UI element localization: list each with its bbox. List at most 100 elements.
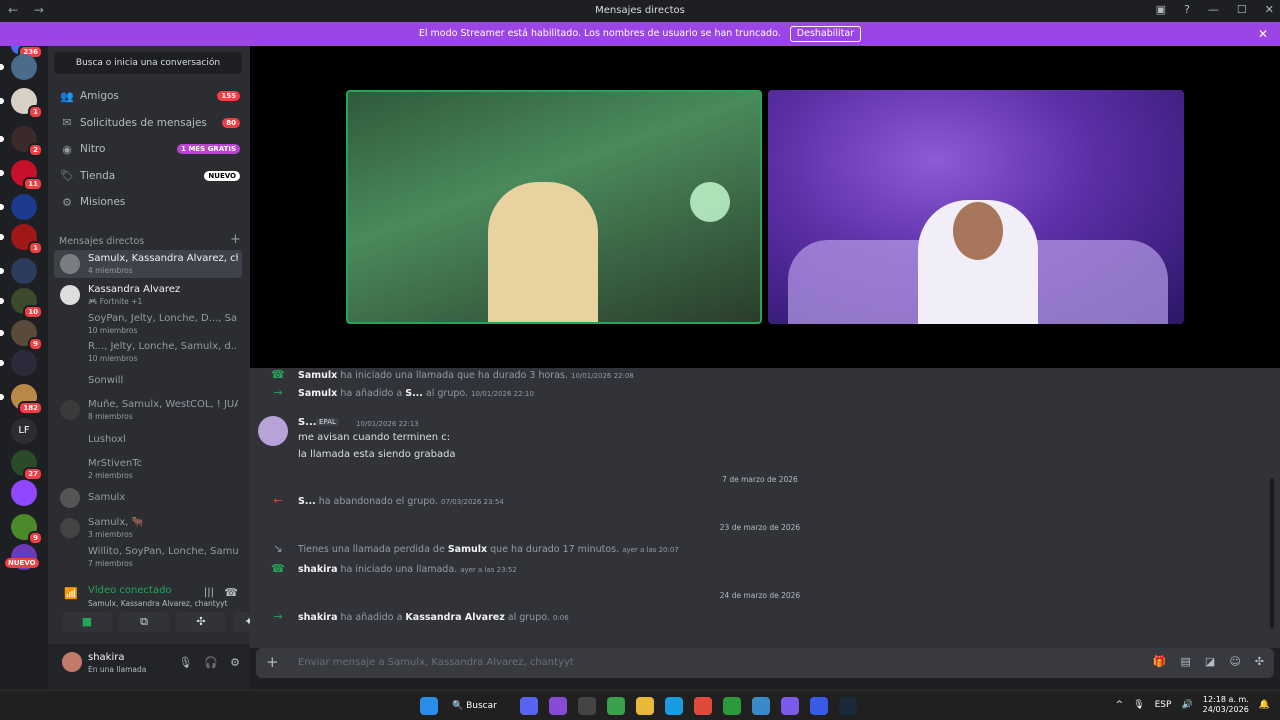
event-target[interactable]: S...	[405, 388, 423, 399]
chevron-up-icon[interactable]: ^	[1116, 700, 1124, 710]
dm-item[interactable]: Muñe, Samulx, WestCOL, ! JUA... 8 miembro…	[54, 396, 242, 424]
emoji-icon[interactable]: ☺	[1229, 655, 1240, 668]
activities-button[interactable]: ✣	[176, 612, 226, 632]
dm-item[interactable]: Kassandra Alvarez 🎮 Fortnite +1	[54, 281, 242, 309]
taskbar-search[interactable]: 🔍 Buscar	[452, 696, 504, 716]
scrollbar[interactable]	[1270, 478, 1274, 628]
edge-icon[interactable]	[665, 697, 683, 715]
dm-name: SoyPan, Jelty, Lonche, D..., Sam...	[88, 313, 238, 324]
server-icon[interactable]	[11, 194, 37, 220]
server-icon[interactable]: 9	[11, 320, 43, 351]
disable-button[interactable]: Deshabilitar	[789, 26, 862, 42]
nav-badge: 80	[222, 117, 240, 128]
microphone-icon[interactable]: 🎙	[178, 656, 192, 669]
volume-icon[interactable]: 🔊	[1181, 700, 1192, 710]
close-icon[interactable]: ✕	[1258, 22, 1268, 46]
event-target[interactable]: Kassandra Alvarez	[405, 612, 504, 623]
clock[interactable]: 12:18 a. m. 24/03/2026	[1203, 695, 1249, 715]
chrome-icon[interactable]	[607, 697, 625, 715]
server-icon[interactable]: 182	[11, 384, 43, 415]
server-icon[interactable]: 1	[11, 88, 43, 119]
app-icon[interactable]	[578, 697, 596, 715]
gift-icon[interactable]: 🎁	[1153, 655, 1167, 668]
nav-misiones[interactable]: ⚙ Misiones	[54, 190, 240, 214]
notification-icon[interactable]: 🔔	[1259, 700, 1270, 710]
voice-channel[interactable]: Samulx, Kassandra Alvarez, chantyyt	[88, 599, 228, 608]
app-icon[interactable]	[549, 697, 567, 715]
username[interactable]: shakira	[88, 652, 124, 663]
discord-app-icon[interactable]	[520, 697, 538, 715]
headphones-icon[interactable]: 🎧	[204, 656, 218, 669]
gif-icon[interactable]: ▤	[1181, 655, 1191, 668]
server-icon[interactable]: 9	[11, 514, 43, 545]
screen-share-button[interactable]: ⧉	[119, 612, 169, 632]
server-icon[interactable]: LF	[11, 418, 37, 444]
server-icon[interactable]	[11, 54, 37, 80]
timestamp: ayer a las 23:52	[460, 566, 517, 574]
server-icon[interactable]	[11, 350, 37, 376]
dm-item[interactable]: Sonwill	[54, 367, 242, 395]
inbox-icon[interactable]: ▣	[1156, 3, 1166, 16]
nav-nitro[interactable]: ◉ Nitro 1 MES GRATIS	[54, 137, 240, 161]
server-icon[interactable]: 2	[11, 126, 43, 157]
dm-item[interactable]: MrStivenTc 2 miembros	[54, 455, 242, 483]
guild-tag[interactable]: EPAL	[316, 418, 339, 426]
event-user[interactable]: Samulx	[448, 544, 487, 555]
avatar[interactable]	[258, 416, 288, 446]
server-icon[interactable]: 27	[11, 450, 43, 481]
noise-icon[interactable]: |||	[204, 587, 214, 598]
create-dm-icon[interactable]: +	[230, 232, 241, 247]
attach-icon[interactable]: +	[266, 653, 279, 671]
avatar[interactable]	[62, 652, 82, 672]
server-icon[interactable]	[11, 480, 37, 506]
maximize-icon[interactable]: ☐	[1237, 3, 1247, 16]
dm-item[interactable]: R..., Jelty, Lonche, Samulx, d..., ... 10…	[54, 338, 242, 366]
event-user[interactable]: S...	[298, 496, 316, 507]
photos-icon[interactable]	[752, 697, 770, 715]
message-input[interactable]: Enviar mensaje a Samulx, Kassandra Alvar…	[298, 657, 574, 668]
apps-icon[interactable]: ✣	[1255, 655, 1264, 668]
video-tile-samulx[interactable]	[768, 90, 1184, 324]
start-icon[interactable]	[420, 697, 438, 715]
dm-item[interactable]: Samulx, 🐂 3 miembros	[54, 514, 242, 542]
help-icon[interactable]: ?	[1184, 3, 1190, 16]
disconnect-icon[interactable]: ☎	[224, 586, 238, 599]
server-icon[interactable]: 10	[11, 288, 43, 319]
event-user[interactable]: shakira	[298, 612, 338, 623]
xbox-icon[interactable]	[723, 697, 741, 715]
steam-icon[interactable]	[839, 697, 857, 715]
dm-item[interactable]: Lushoxl	[54, 426, 242, 454]
chrome-icon[interactable]	[694, 697, 712, 715]
event-user[interactable]: Samulx	[298, 370, 337, 381]
app-icon[interactable]	[810, 697, 828, 715]
message-author[interactable]: S...	[298, 417, 317, 428]
server-icon[interactable]: 1	[11, 224, 43, 255]
language-indicator[interactable]: ESP	[1155, 700, 1172, 710]
quests-icon: ⚙	[62, 195, 72, 209]
dm-item[interactable]: Samulx	[54, 484, 242, 512]
dm-subtitle: 7 miembros	[88, 559, 133, 568]
mic-icon[interactable]: 🎙	[1133, 700, 1144, 710]
settings-icon[interactable]: ⚙	[230, 656, 240, 669]
dm-item[interactable]: SoyPan, Jelty, Lonche, D..., Sam... 10 mi…	[54, 310, 242, 338]
mention-badge: 1	[28, 241, 43, 255]
event-user[interactable]: Samulx	[298, 388, 337, 399]
camera-button[interactable]: ■	[62, 612, 112, 632]
nav-solicitudes[interactable]: ✉ Solicitudes de mensajes 80	[54, 111, 240, 135]
nav-amigos[interactable]: 👥 Amigos 155	[54, 84, 240, 108]
participant-figure	[488, 182, 598, 322]
dm-item[interactable]: Willito, SoyPan, Lonche, Samul... 7 miemb…	[54, 543, 242, 571]
minimize-icon[interactable]: —	[1208, 3, 1219, 16]
sticker-icon[interactable]: ◪	[1205, 655, 1215, 668]
copilot-icon[interactable]	[781, 697, 799, 715]
server-icon[interactable]	[11, 258, 37, 284]
folder-icon[interactable]	[636, 697, 654, 715]
dm-item[interactable]: Samulx, Kassandra Alvarez, cha... 4 miemb…	[54, 250, 242, 278]
search-input[interactable]: Busca o inicia una conversación	[54, 52, 242, 74]
nav-tienda[interactable]: 🏷 Tienda NUEVO	[54, 164, 240, 188]
server-icon[interactable]: 11	[11, 160, 43, 191]
video-tile-kassandra[interactable]	[346, 90, 762, 324]
event-user[interactable]: shakira	[298, 564, 338, 575]
message-composer[interactable]: + Enviar mensaje a Samulx, Kassandra Alv…	[256, 648, 1274, 678]
close-window-icon[interactable]: ✕	[1265, 3, 1274, 16]
